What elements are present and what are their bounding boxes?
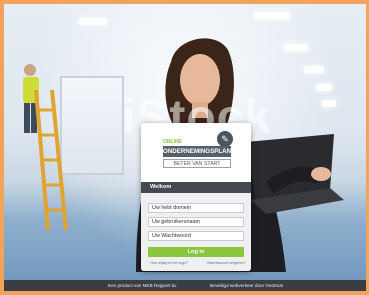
logo-title: ONDERNEMINGSPLAN: [163, 146, 232, 157]
logo-online-text: ONLINE: [163, 139, 182, 145]
ceiling-light: [79, 18, 107, 25]
login-card: ✎ ONLINE ONDERNEMINGSPLAN BETER VAN STAR…: [141, 123, 251, 271]
screenshot-frame: iStock ✎ ONLINE ONDERNEMINGSPLAN BETER V…: [0, 0, 369, 295]
app-logo: ✎ ONLINE ONDERNEMINGSPLAN BETER VAN STAR…: [163, 131, 233, 175]
change-logo-link[interactable]: Hoe wijzig ik het logo?: [150, 261, 188, 265]
username-input[interactable]: Uw gebruikersnaam: [148, 217, 244, 227]
domain-input[interactable]: Uw hebt domein: [148, 203, 244, 213]
ceiling-light: [254, 12, 290, 19]
footer-credit: Een product van MKB Rapport bv: [108, 283, 177, 288]
forgot-password-link[interactable]: Wachtwoord vergeten?: [207, 261, 246, 265]
login-form: Uw hebt domein Uw gebruikersnaam Uw Wach…: [141, 193, 251, 271]
brand-header: ✎ ONLINE ONDERNEMINGSPLAN BETER VAN STAR…: [141, 123, 251, 179]
footer-security: Beveiligd webverkeer door Geotrust: [210, 283, 284, 288]
login-button[interactable]: Log in: [148, 247, 244, 257]
document-pencil-icon: ✎: [217, 131, 233, 147]
logo-subtitle: BETER VAN START: [163, 159, 231, 168]
welcome-heading: Welkom: [141, 182, 251, 193]
password-input[interactable]: Uw Wachtwoord: [148, 231, 244, 241]
footer-bar: Een product van MKB Rapport bv Beveiligd…: [4, 280, 366, 291]
ladder: [34, 90, 68, 230]
